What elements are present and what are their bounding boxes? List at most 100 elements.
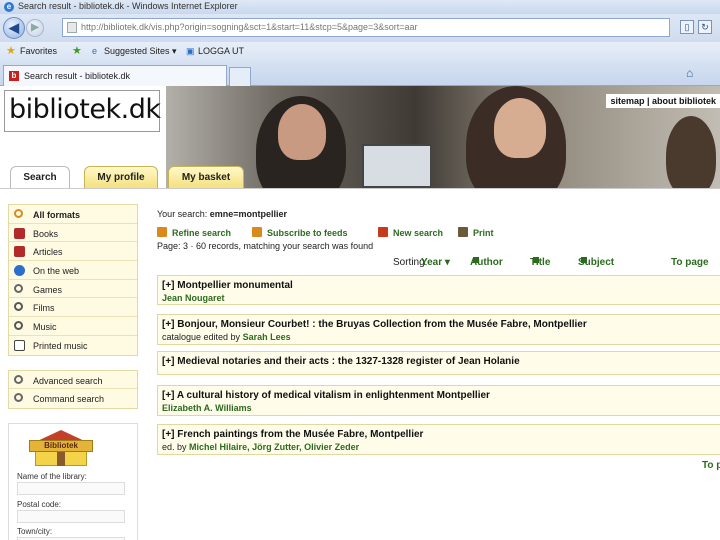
result-item: [+] Bonjour, Monsieur Courbet! : the Bru… (157, 314, 720, 345)
globe-icon (14, 265, 25, 277)
sort-square-icon (533, 257, 539, 263)
logo[interactable]: bibliotek.dk (4, 90, 161, 132)
result-author-name[interactable]: Elizabeth A. Williams (162, 403, 252, 413)
result-author-prefix: catalogue edited by (162, 332, 241, 342)
result-author-name[interactable]: Sarah Lees (243, 332, 291, 342)
refine-search-label: Refine search (172, 228, 232, 238)
favorites-star-icon: ★ (6, 45, 16, 57)
result-author-name[interactable]: Jean Nougaret (162, 293, 225, 303)
refresh-icon[interactable]: ↻ (698, 20, 712, 34)
print-label: Print (473, 228, 494, 238)
sheet-music-icon (14, 339, 25, 351)
game-icon (14, 283, 23, 293)
suggested-sites-button[interactable]: Suggested Sites ▾ (104, 46, 177, 57)
refine-search-link[interactable]: Refine search (157, 227, 231, 238)
your-search-line: Your search: emne=montpellier (157, 209, 287, 219)
result-title[interactable]: [+] Medieval notaries and their acts : t… (162, 356, 720, 367)
subscribe-feeds-label: Subscribe to feeds (267, 228, 348, 238)
address-bar[interactable]: http://bibliotek.dk/vis.php?origin=sogni… (62, 18, 670, 37)
postal-code-field[interactable] (17, 509, 125, 523)
magnifier-icon (14, 374, 23, 384)
result-item: [+] Montpellier monumental Jean Nougaret (157, 275, 720, 305)
add-favorites-icon[interactable]: ★ (72, 44, 82, 57)
music-icon (14, 321, 23, 331)
result-item: [+] French paintings from the Musée Fabr… (157, 424, 720, 455)
library-finder: Bibliotek Name of the library: Postal co… (8, 422, 138, 540)
ie-icon: e (4, 2, 14, 12)
book-icon (14, 227, 25, 239)
library-name-field[interactable] (17, 481, 125, 495)
sidebar-item-games[interactable]: Games (9, 280, 137, 299)
favorites-bar: ★ Favorites ★ e Suggested Sites ▾ ▣ LOGG… (0, 42, 720, 62)
new-tab-button[interactable] (229, 67, 251, 86)
login-link[interactable]: LOGGA UT (198, 46, 244, 56)
sidebar-item-label: Music (33, 322, 57, 333)
tab-search[interactable]: Search (10, 166, 70, 188)
result-title[interactable]: [+] Montpellier monumental (162, 280, 720, 291)
result-author: Elizabeth A. Williams (162, 403, 720, 413)
sidebar: All formats Books Articles On the web Ga… (8, 204, 138, 540)
sidebar-item-command-search[interactable]: Command search (9, 389, 137, 408)
sort-bar: Sorting: Year ▾ Author Title Subject To … (157, 257, 720, 271)
library-name-label: Name of the library: (17, 471, 87, 481)
library-house-label: Bibliotek (29, 439, 93, 452)
browser-tab-bar: b Search result - bibliotek.dk ⌂ (0, 62, 720, 86)
sidebar-item-label: Advanced search (33, 375, 103, 386)
sort-year-label: Year ▾ (421, 257, 450, 268)
print-link[interactable]: Print (458, 227, 494, 238)
result-author-name[interactable]: Michel Hilaire, Jörg Zutter, Olivier Zed… (189, 442, 359, 452)
sidebar-item-films[interactable]: Films (9, 298, 137, 318)
search-type-list: Advanced search Command search (8, 369, 138, 409)
sidebar-item-all-formats[interactable]: All formats (9, 205, 137, 224)
to-page-link[interactable]: To page (671, 257, 709, 268)
to-page-bottom-link[interactable]: To p (702, 460, 720, 471)
feed-icon (252, 227, 262, 237)
page-icon (67, 22, 77, 33)
your-search-label: Your search: (157, 209, 208, 219)
sidebar-item-advanced-search[interactable]: Advanced search (9, 371, 137, 390)
sidebar-item-on-the-web[interactable]: On the web (9, 261, 137, 280)
back-button[interactable]: ◀ (3, 17, 25, 39)
sidebar-item-label: On the web (33, 266, 80, 277)
home-icon[interactable]: ⌂ (686, 67, 700, 81)
tab-my-profile[interactable]: My profile (84, 166, 158, 188)
sort-square-icon (581, 257, 587, 263)
tab-my-basket[interactable]: My basket (168, 166, 244, 188)
window-title: Search result - bibliotek.dk - Windows I… (18, 1, 238, 11)
funnel-icon (157, 227, 167, 237)
sidebar-item-music[interactable]: Music (9, 317, 137, 336)
result-title[interactable]: [+] A cultural history of medical vitali… (162, 390, 720, 401)
browser-tab[interactable]: b Search result - bibliotek.dk (3, 65, 227, 86)
result-author: Jean Nougaret (162, 293, 720, 303)
sidebar-item-label: Command search (33, 394, 105, 405)
subscribe-feeds-link[interactable]: Subscribe to feeds (252, 227, 348, 238)
result-title[interactable]: [+] Bonjour, Monsieur Courbet! : the Bru… (162, 319, 720, 330)
result-item: [+] A cultural history of medical vitali… (157, 385, 720, 416)
suggested-sites-icon: e (92, 46, 98, 56)
result-count: Page: 3 · 60 records, matching your sear… (157, 241, 374, 251)
your-search-value: emne=montpellier (209, 209, 287, 219)
sort-square-icon (473, 257, 479, 263)
town-city-label: Town/city: (17, 526, 53, 536)
sidebar-item-printed-music[interactable]: Printed music (9, 336, 137, 355)
sitemap-links[interactable]: sitemap | about bibliotek (606, 94, 720, 108)
logo-text: bibliotek.dk (9, 94, 161, 125)
address-toolbar: ◀ ▶ http://bibliotek.dk/vis.php?origin=s… (0, 14, 720, 42)
address-url: http://bibliotek.dk/vis.php?origin=sogni… (81, 22, 418, 32)
format-list: All formats Books Articles On the web Ga… (8, 204, 138, 356)
result-title[interactable]: [+] French paintings from the Musée Fabr… (162, 429, 720, 440)
result-author-prefix: ed. by (162, 442, 187, 452)
new-search-label: New search (393, 228, 444, 238)
result-item: [+] Medieval notaries and their acts : t… (157, 351, 720, 375)
login-page-icon: ▣ (186, 46, 195, 56)
compat-view-icon[interactable]: ▯ (680, 20, 694, 34)
sidebar-item-books[interactable]: Books (9, 224, 137, 243)
sidebar-item-label: Films (33, 303, 55, 314)
sidebar-item-articles[interactable]: Articles (9, 242, 137, 262)
result-author: ed. by Michel Hilaire, Jörg Zutter, Oliv… (162, 442, 720, 452)
postal-code-label: Postal code: (17, 499, 62, 509)
forward-button[interactable]: ▶ (26, 19, 44, 37)
favorites-button[interactable]: Favorites (20, 46, 57, 56)
new-search-link[interactable]: New search (378, 227, 443, 238)
site-favicon: b (9, 71, 19, 81)
